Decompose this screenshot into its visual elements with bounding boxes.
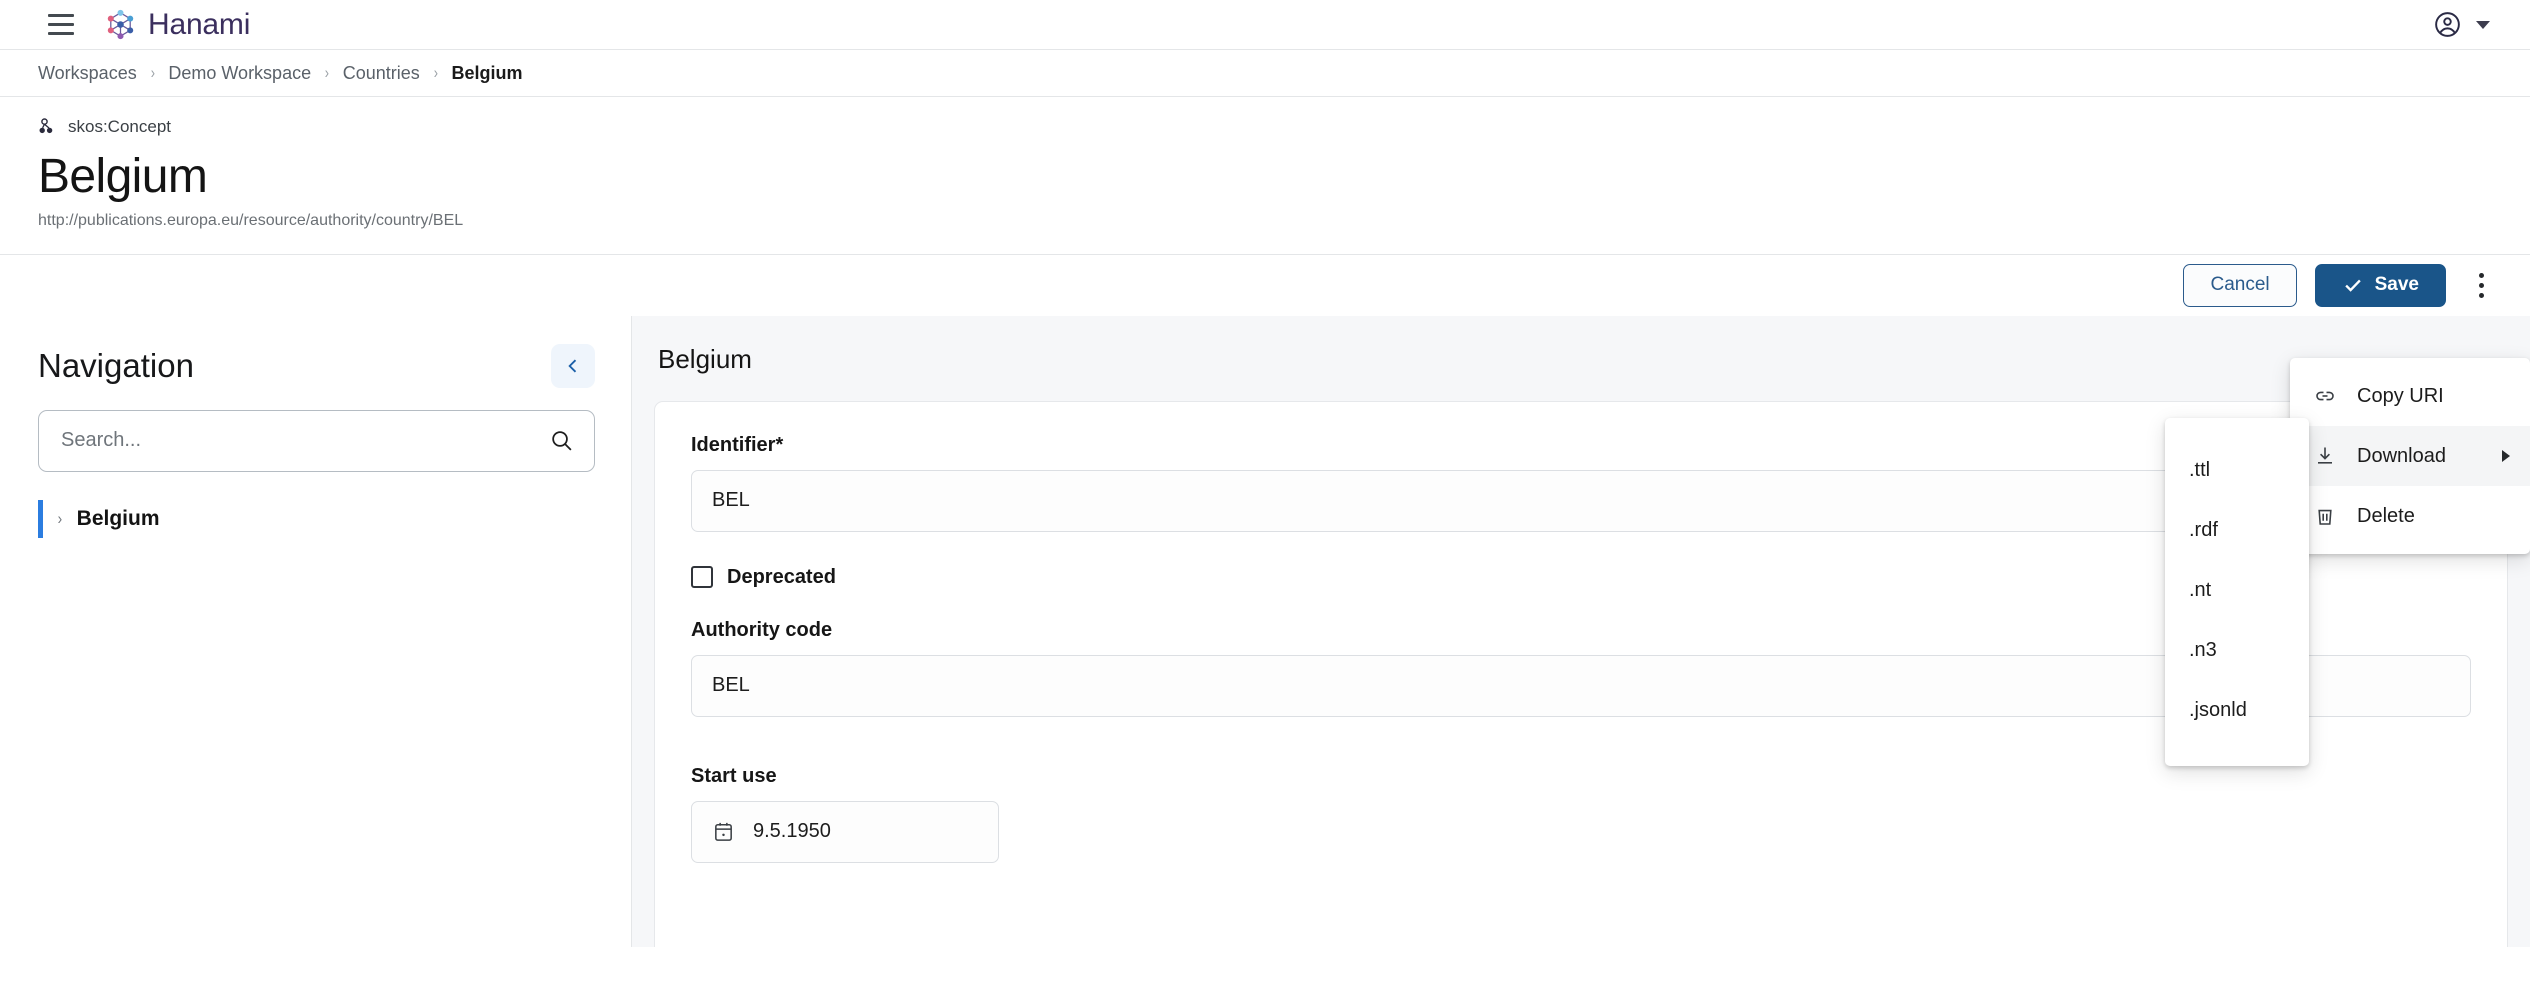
deprecated-label: Deprecated bbox=[727, 565, 836, 588]
page-header: skos:Concept Belgium http://publications… bbox=[0, 97, 2530, 254]
start-use-value: 9.5.1950 bbox=[753, 820, 831, 843]
navigation-sidebar: Navigation › Belgium bbox=[0, 315, 632, 947]
account-circle-icon bbox=[2435, 12, 2460, 37]
menu-item-copy-uri[interactable]: Copy URI bbox=[2290, 366, 2530, 426]
breadcrumb-item-demo-workspace[interactable]: Demo Workspace bbox=[168, 63, 311, 84]
app-bar: Hanami bbox=[0, 0, 2530, 49]
kebab-dot bbox=[2478, 272, 2484, 278]
menu-item-label: Delete bbox=[2357, 504, 2415, 527]
link-icon bbox=[2312, 384, 2338, 408]
page-title: Belgium bbox=[38, 150, 208, 203]
breadcrumb: Workspaces › Demo Workspace › Countries … bbox=[0, 50, 2530, 96]
menu-item-label: Download bbox=[2357, 444, 2446, 467]
submenu-item-rdf[interactable]: .rdf bbox=[2165, 500, 2309, 560]
download-format-submenu: .ttl .rdf .nt .n3 .jsonld bbox=[2165, 418, 2309, 766]
chevron-down-icon bbox=[2476, 20, 2490, 29]
calendar-icon[interactable] bbox=[712, 820, 735, 843]
chevron-right-icon bbox=[2502, 450, 2510, 462]
navigation-header: Navigation bbox=[38, 343, 595, 388]
more-options-button[interactable] bbox=[2464, 265, 2498, 305]
breadcrumb-item-belgium: Belgium bbox=[451, 62, 523, 83]
collapse-sidebar-button[interactable] bbox=[551, 343, 595, 388]
chevron-right-icon[interactable]: › bbox=[58, 509, 63, 529]
hamburger-menu-icon[interactable] bbox=[46, 10, 76, 40]
page-body: Navigation › Belgium Belgium bbox=[0, 315, 2530, 947]
brand[interactable]: Hanami bbox=[104, 8, 250, 42]
menu-item-label: Copy URI bbox=[2357, 384, 2444, 407]
hamburger-line bbox=[48, 23, 74, 26]
submenu-item-ttl[interactable]: .ttl bbox=[2165, 440, 2309, 500]
trash-icon bbox=[2312, 504, 2338, 528]
app-title: Hanami bbox=[148, 7, 251, 41]
tree-item-belgium[interactable]: › Belgium bbox=[38, 499, 595, 538]
search-input[interactable] bbox=[61, 429, 549, 453]
save-button[interactable]: Save bbox=[2314, 263, 2446, 307]
download-icon bbox=[2312, 444, 2338, 468]
search-icon[interactable] bbox=[549, 428, 574, 453]
submenu-item-nt[interactable]: .nt bbox=[2165, 560, 2309, 620]
action-toolbar: Cancel Save bbox=[0, 253, 2530, 316]
save-button-label: Save bbox=[2374, 274, 2419, 296]
check-icon bbox=[2344, 279, 2361, 293]
resource-type-label: skos:Concept bbox=[68, 117, 171, 136]
field-start-use: Start use 9.5.1950 bbox=[691, 765, 2471, 863]
menu-item-download[interactable]: Download bbox=[2290, 426, 2530, 486]
kebab-dot bbox=[2478, 282, 2484, 288]
hamburger-line bbox=[48, 32, 74, 35]
navigation-tree: › Belgium bbox=[38, 499, 595, 538]
kebab-dot bbox=[2478, 292, 2484, 298]
content-title: Belgium bbox=[658, 343, 752, 374]
account-menu-button[interactable] bbox=[2433, 10, 2494, 39]
deprecated-checkbox[interactable] bbox=[691, 566, 713, 589]
breadcrumb-item-workspaces[interactable]: Workspaces bbox=[38, 63, 137, 84]
more-options-menu: Copy URI Download Delete bbox=[2290, 358, 2530, 554]
start-use-label: Start use bbox=[691, 764, 777, 787]
menu-item-delete[interactable]: Delete bbox=[2290, 486, 2530, 546]
submenu-item-n3[interactable]: .n3 bbox=[2165, 620, 2309, 680]
breadcrumb-separator: › bbox=[433, 63, 438, 82]
concept-node-icon bbox=[39, 118, 53, 134]
hamburger-line bbox=[48, 14, 74, 17]
submenu-item-jsonld[interactable]: .jsonld bbox=[2165, 680, 2309, 740]
chevron-left-icon bbox=[568, 359, 577, 373]
cancel-button[interactable]: Cancel bbox=[2183, 263, 2297, 307]
hanami-graph-logo-icon bbox=[107, 9, 134, 40]
page-uri: http://publications.europa.eu/resource/a… bbox=[38, 211, 464, 229]
start-use-date-input[interactable]: 9.5.1950 bbox=[691, 800, 999, 863]
navigation-title: Navigation bbox=[38, 346, 194, 384]
breadcrumb-separator: › bbox=[324, 63, 330, 82]
navigation-search[interactable] bbox=[38, 409, 595, 472]
breadcrumb-separator: › bbox=[150, 63, 155, 82]
breadcrumb-item-countries[interactable]: Countries bbox=[343, 63, 420, 84]
resource-type: skos:Concept bbox=[38, 117, 2492, 137]
tree-item-label: Belgium bbox=[76, 506, 160, 530]
